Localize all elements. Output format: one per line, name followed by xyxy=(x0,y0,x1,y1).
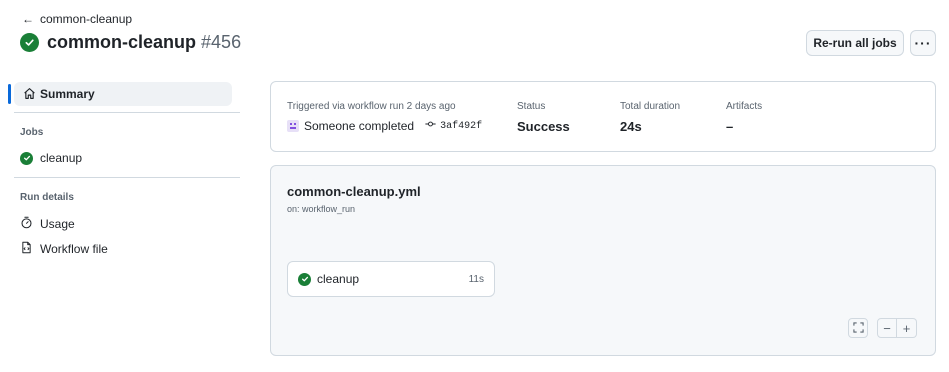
zoom-out-button[interactable]: − xyxy=(877,318,897,338)
job-node-cleanup[interactable]: cleanup 11s xyxy=(287,261,495,297)
commit-sha: 3af492f xyxy=(440,120,483,132)
job-name: cleanup xyxy=(317,272,360,286)
back-link[interactable]: ← common-cleanup xyxy=(22,12,132,26)
sidebar-item-workflow-file[interactable]: Workflow file xyxy=(20,241,108,257)
trigger-label: Triggered via workflow run 2 days ago xyxy=(287,101,456,112)
workflow-graph-card: common-cleanup.yml on: workflow_run clea… xyxy=(270,165,936,356)
rerun-all-jobs-button[interactable]: Re-run all jobs xyxy=(806,30,904,56)
file-code-icon xyxy=(20,241,33,257)
stopwatch-icon xyxy=(20,216,33,232)
active-indicator xyxy=(8,84,11,104)
sidebar-item-label: cleanup xyxy=(40,151,83,165)
run-summary-card: Triggered via workflow run 2 days ago So… xyxy=(270,81,936,152)
duration-value: 24s xyxy=(620,119,642,134)
run-details-heading: Run details xyxy=(20,192,74,203)
sidebar-item-usage[interactable]: Usage xyxy=(20,216,75,232)
zoom-in-button[interactable]: + xyxy=(897,318,917,338)
sidebar-item-summary[interactable]: Summary xyxy=(14,82,232,106)
workflow-title: common-cleanup xyxy=(47,32,197,52)
arrow-left-icon: ← xyxy=(22,12,34,26)
home-icon xyxy=(23,87,36,103)
artifacts-label: Artifacts xyxy=(726,101,763,112)
success-check-icon xyxy=(20,151,33,165)
commit-link[interactable]: 3af492f xyxy=(425,120,482,132)
back-link-label: common-cleanup xyxy=(40,12,133,26)
status-label: Status xyxy=(517,101,546,112)
actor-text: Someone completed xyxy=(304,119,415,133)
sidebar-item-label: Usage xyxy=(40,217,75,231)
fullscreen-icon xyxy=(852,321,864,336)
trigger-actor: Someone completed 3af492f xyxy=(287,119,482,133)
jobs-heading: Jobs xyxy=(20,127,44,138)
more-options-button[interactable]: ··· xyxy=(910,30,936,56)
fullscreen-button[interactable] xyxy=(848,318,868,338)
sidebar-item-label: Workflow file xyxy=(40,242,108,256)
success-check-icon xyxy=(298,272,311,286)
run-number: #456 xyxy=(201,32,242,52)
git-commit-icon xyxy=(425,120,436,132)
success-check-icon xyxy=(20,33,39,52)
divider xyxy=(14,112,240,113)
sidebar-item-job-cleanup[interactable]: cleanup xyxy=(20,151,82,165)
sidebar-item-label: Summary xyxy=(40,87,95,101)
status-value: Success xyxy=(517,119,570,134)
artifacts-value: – xyxy=(726,119,734,134)
duration-label: Total duration xyxy=(620,101,681,112)
avatar xyxy=(287,120,299,132)
job-duration: 11s xyxy=(468,273,484,285)
page-title: common-cleanup #456 xyxy=(20,32,241,53)
workflow-file-name: common-cleanup.yml xyxy=(287,184,421,199)
divider xyxy=(14,177,240,178)
workflow-trigger: on: workflow_run xyxy=(287,204,356,214)
